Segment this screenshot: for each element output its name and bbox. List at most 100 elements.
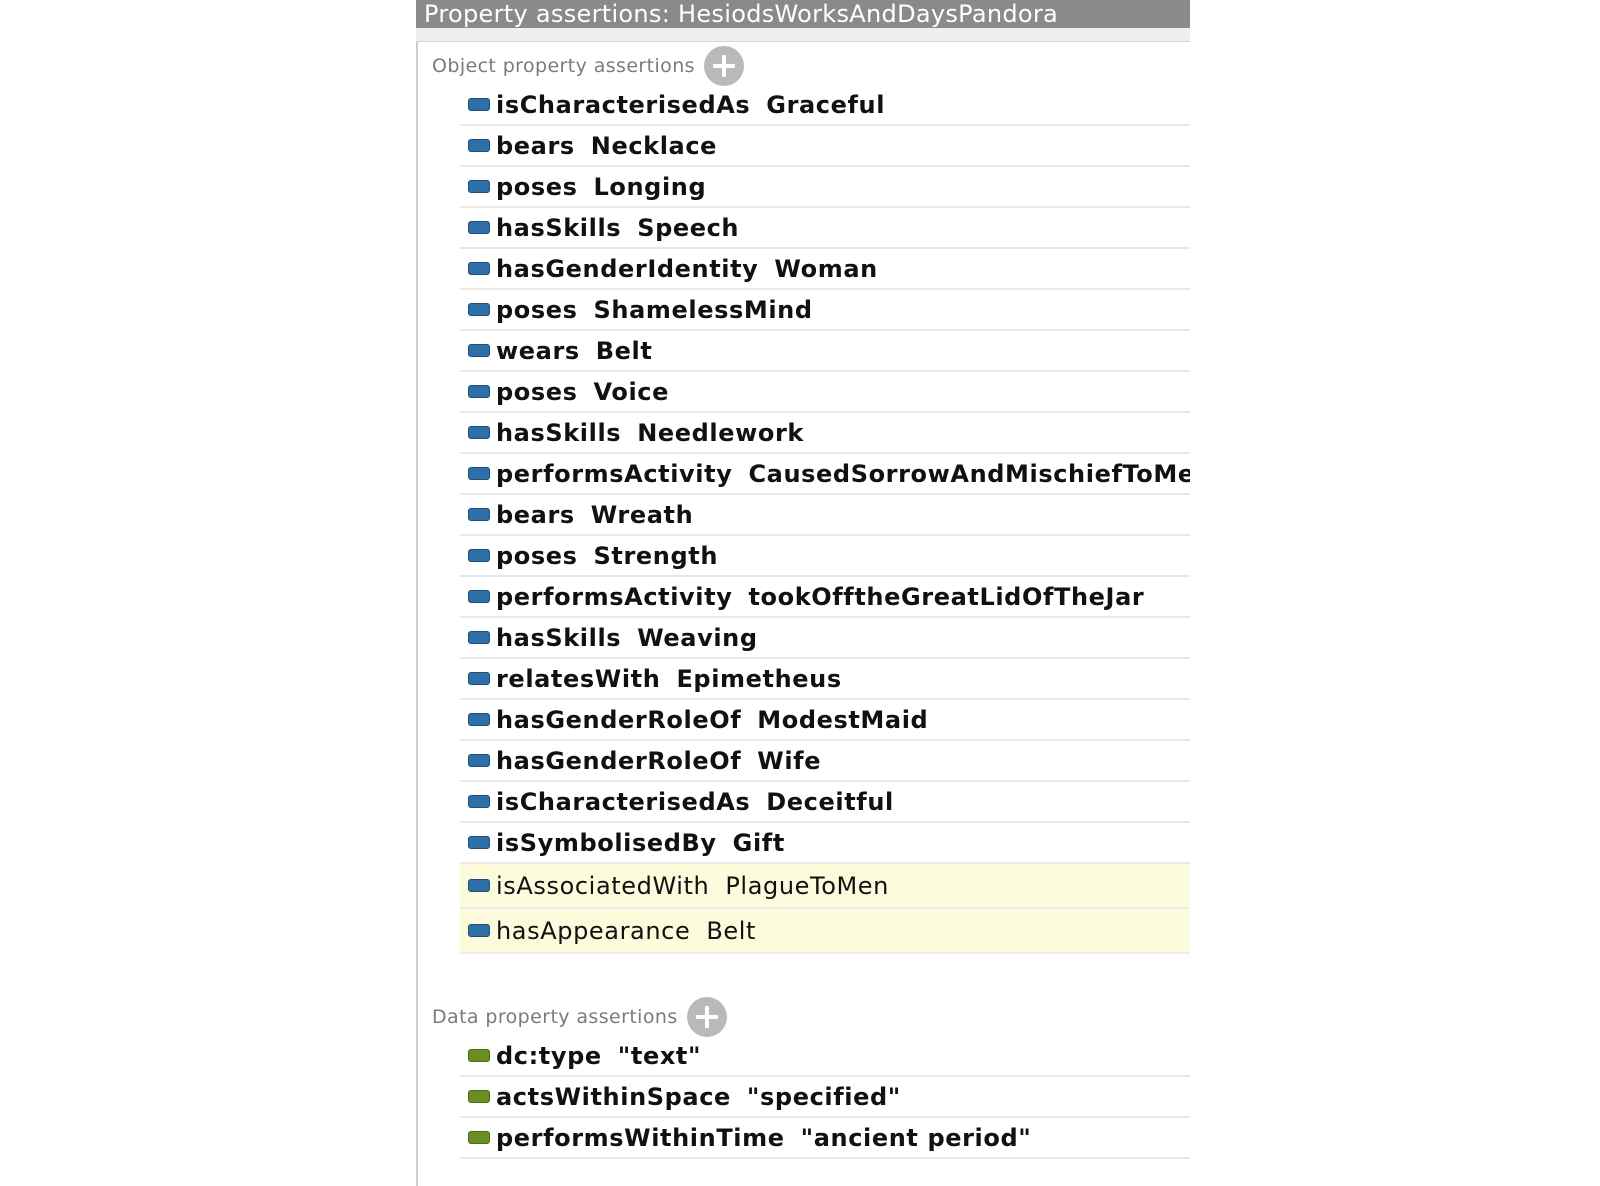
assertion-row[interactable]: bears Necklace (460, 126, 1190, 167)
assertion-row[interactable]: hasSkills Weaving (460, 618, 1190, 659)
assertion-row[interactable]: isCharacterisedAs Graceful (460, 85, 1190, 126)
property-name: hasGenderIdentity (496, 254, 759, 283)
assertion-row[interactable]: wears Belt (460, 331, 1190, 372)
assertion-row[interactable]: hasSkills Speech (460, 208, 1190, 249)
object-property-icon (468, 879, 490, 892)
property-value: Epimetheus (676, 664, 842, 693)
object-property-icon (468, 924, 490, 937)
assertion-row[interactable]: poses Strength (460, 536, 1190, 577)
inferred-assertion-row[interactable]: isAssociatedWith PlagueToMen (460, 864, 1190, 909)
object-property-icon (468, 180, 490, 193)
property-name: hasSkills (496, 418, 622, 447)
object-property-list: isCharacterisedAs Graceful bears Necklace po… (460, 85, 1190, 954)
property-name: wears (496, 336, 580, 365)
property-name: hasAppearance (496, 916, 691, 945)
property-name: bears (496, 131, 575, 160)
property-name: isAssociatedWith (496, 871, 710, 900)
add-data-property-button[interactable] (686, 997, 727, 1037)
property-value: Belt (706, 916, 757, 945)
object-property-icon (468, 631, 490, 644)
object-property-icon (468, 795, 490, 808)
property-value: "ancient period" (800, 1123, 1032, 1152)
object-property-icon (468, 385, 490, 398)
assertion-row[interactable]: performsWithinTime "ancient period" (460, 1118, 1190, 1159)
assertion-row[interactable]: bears Wreath (460, 495, 1190, 536)
property-name: performsActivity (496, 459, 733, 488)
property-name: dc:type (496, 1041, 602, 1070)
data-property-section-header: Data property assertions (432, 997, 727, 1037)
object-property-icon (468, 262, 490, 275)
assertion-row[interactable]: actsWithinSpace "specified" (460, 1077, 1190, 1118)
assertion-row[interactable]: dc:type "text" (460, 1036, 1190, 1077)
data-property-icon (468, 1049, 490, 1062)
property-name: poses (496, 541, 578, 570)
inferred-assertion-row[interactable]: hasAppearance Belt (460, 909, 1190, 954)
property-name: isCharacterisedAs (496, 787, 751, 816)
property-name: relatesWith (496, 664, 661, 693)
data-property-list: dc:type "text" actsWithinSpace "specified" p… (460, 1036, 1190, 1159)
object-property-icon (468, 508, 490, 521)
property-value: Voice (593, 377, 669, 406)
data-property-section-label: Data property assertions (432, 1006, 678, 1028)
object-property-icon (468, 590, 490, 603)
panel-left-border (416, 42, 418, 1186)
property-value: Needlework (637, 418, 804, 447)
object-property-section-label: Object property assertions (432, 55, 695, 77)
property-assertions-panel: Property assertions: HesiodsWorksAndDays… (416, 0, 1190, 1186)
assertion-row[interactable]: poses Voice (460, 372, 1190, 413)
assertion-row[interactable]: hasGenderRoleOf Wife (460, 741, 1190, 782)
property-value: Weaving (637, 623, 758, 652)
property-value: ShamelessMind (593, 295, 813, 324)
assertion-row[interactable]: poses Longing (460, 167, 1190, 208)
property-value: Wife (757, 746, 822, 775)
property-name: isSymbolisedBy (496, 828, 717, 857)
property-value: "specified" (746, 1082, 901, 1111)
property-name: hasSkills (496, 213, 622, 242)
assertion-row[interactable]: hasGenderRoleOf ModestMaid (460, 700, 1190, 741)
assertion-row[interactable]: performsActivity tookOfftheGreatLidOfTheJ… (460, 577, 1190, 618)
object-property-icon (468, 139, 490, 152)
property-value: "text" (617, 1041, 702, 1070)
property-value: Speech (637, 213, 740, 242)
object-property-icon (468, 426, 490, 439)
property-name: poses (496, 377, 578, 406)
property-value: Woman (774, 254, 878, 283)
object-property-icon (468, 221, 490, 234)
assertion-row[interactable]: relatesWith Epimetheus (460, 659, 1190, 700)
property-value: Graceful (766, 90, 886, 119)
property-value: ModestMaid (757, 705, 929, 734)
data-property-icon (468, 1090, 490, 1103)
assertion-row[interactable]: isSymbolisedBy Gift (460, 823, 1190, 864)
property-value: Deceitful (766, 787, 894, 816)
property-value: PlagueToMen (725, 871, 889, 900)
property-name: poses (496, 172, 578, 201)
add-object-property-button[interactable] (703, 46, 744, 86)
property-value: Longing (593, 172, 707, 201)
property-name: bears (496, 500, 575, 529)
object-property-icon (468, 98, 490, 111)
property-name: performsWithinTime (496, 1123, 785, 1152)
panel-title: Property assertions: HesiodsWorksAndDays… (416, 0, 1190, 28)
property-name: poses (496, 295, 578, 324)
assertion-row[interactable]: hasSkills Needlework (460, 413, 1190, 454)
data-property-icon (468, 1131, 490, 1144)
assertion-row[interactable]: performsActivity CausedSorrowAndMischiefT… (460, 454, 1190, 495)
assertion-row[interactable]: poses ShamelessMind (460, 290, 1190, 331)
property-value: tookOfftheGreatLidOfTheJar (748, 582, 1145, 611)
property-name: performsActivity (496, 582, 733, 611)
property-value: Strength (593, 541, 719, 570)
object-property-icon (468, 549, 490, 562)
object-property-icon (468, 672, 490, 685)
property-value: Belt (595, 336, 653, 365)
property-value: Necklace (590, 131, 718, 160)
assertion-row[interactable]: hasGenderIdentity Woman (460, 249, 1190, 290)
property-name: actsWithinSpace (496, 1082, 731, 1111)
object-property-icon (468, 467, 490, 480)
property-value: Gift (732, 828, 785, 857)
object-property-icon (468, 303, 490, 316)
assertion-row[interactable]: isCharacterisedAs Deceitful (460, 782, 1190, 823)
object-property-section-header: Object property assertions (432, 46, 744, 86)
property-value: Wreath (590, 500, 694, 529)
property-name: isCharacterisedAs (496, 90, 751, 119)
object-property-icon (468, 344, 490, 357)
